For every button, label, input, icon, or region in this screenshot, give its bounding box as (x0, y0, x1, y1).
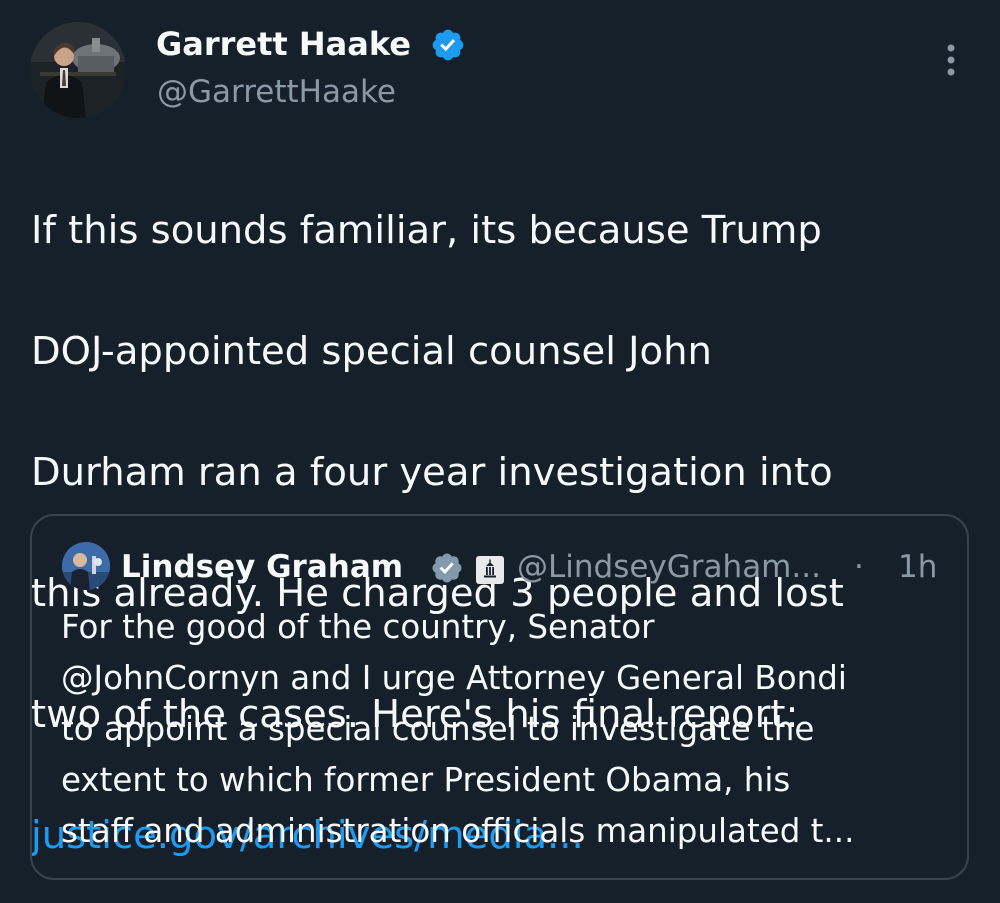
tweet[interactable]: Garrett Haake @GarrettHaake If this soun… (0, 0, 1000, 903)
quoted-author-handle[interactable]: @LindseyGraham... (517, 545, 821, 589)
quoted-text-line: @JohnCornyn and I urge Attorney General … (61, 659, 847, 697)
verified-badge-gray-icon[interactable] (430, 551, 464, 585)
meta-separator: · (854, 549, 864, 585)
verified-badge-icon[interactable] (430, 27, 466, 63)
tweet-text-line: DOJ-appointed special counsel John (31, 328, 712, 374)
quoted-text-line: to appoint a special counsel to investig… (61, 710, 815, 748)
author-name[interactable]: Garrett Haake (156, 22, 411, 66)
quoted-text-line: staff and administration officials manip… (61, 812, 855, 850)
quoted-author-name[interactable]: Lindsey Graham (121, 545, 403, 589)
tweet-text-line: If this sounds familiar, its because Tru… (31, 207, 822, 253)
author-avatar[interactable] (30, 22, 126, 118)
quoted-author-avatar[interactable] (62, 542, 110, 590)
quoted-tweet-text: For the good of the country, Senator @Jo… (61, 602, 941, 857)
government-building-icon[interactable] (476, 556, 504, 584)
quoted-avatar-photo (62, 542, 110, 590)
quoted-text-line: For the good of the country, Senator (61, 608, 655, 646)
tweet-text-line: Durham ran a four year investigation int… (31, 449, 833, 495)
quoted-tweet[interactable]: Lindsey Graham @LindseyGraham... · 1h Fo… (30, 514, 969, 880)
quoted-text-line: extent to which former President Obama, … (61, 761, 791, 799)
quoted-timestamp[interactable]: 1h (898, 545, 937, 589)
avatar-photo (30, 22, 126, 118)
more-options-icon[interactable] (934, 40, 968, 80)
author-handle[interactable]: @GarrettHaake (157, 70, 396, 114)
